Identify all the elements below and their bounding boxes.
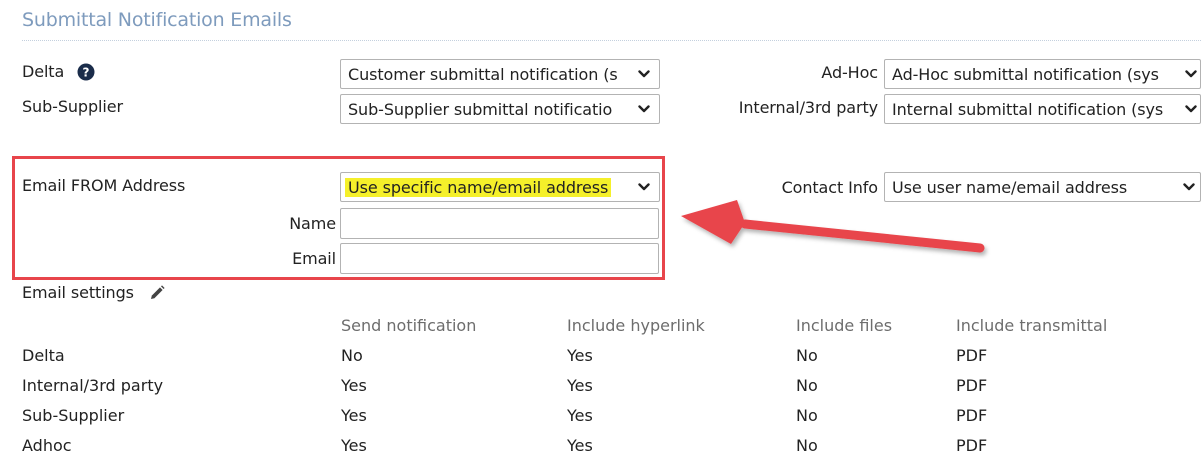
contact-info-value: Use user name/email address (892, 178, 1128, 197)
highlight-box-annotation (12, 156, 665, 280)
settings-cell: PDF (956, 406, 988, 425)
settings-cell: Yes (341, 376, 367, 395)
email-settings-label: Email settings (22, 283, 134, 302)
internal-template-value: Internal submittal notification (sys (892, 100, 1164, 119)
chevron-down-icon (638, 105, 650, 113)
settings-row-name: Delta (22, 346, 65, 365)
column-header-include-transmittal: Include transmittal (956, 316, 1108, 335)
column-header-include-files: Include files (796, 316, 893, 335)
section-divider (22, 40, 1201, 41)
settings-cell: PDF (956, 346, 988, 365)
chevron-down-icon (1185, 70, 1197, 78)
settings-row-name: Sub-Supplier (22, 406, 125, 425)
settings-row-name: Internal/3rd party (22, 376, 164, 395)
settings-cell: Yes (567, 376, 593, 395)
sub-supplier-label: Sub-Supplier (22, 97, 123, 116)
internal-label: Internal/3rd party (738, 98, 878, 117)
column-header-send-notification: Send notification (341, 316, 477, 335)
sub-supplier-template-value: Sub-Supplier submittal notificatio (348, 100, 613, 119)
settings-cell: No (796, 436, 818, 455)
settings-cell: Yes (341, 436, 367, 455)
contact-info-label: Contact Info (781, 178, 879, 197)
settings-cell: No (796, 346, 818, 365)
section-title: Submittal Notification Emails (22, 9, 292, 31)
pencil-icon[interactable] (148, 284, 166, 302)
ad-hoc-template-value: Ad-Hoc submittal notification (sys (892, 65, 1159, 84)
settings-cell: PDF (956, 436, 988, 455)
settings-cell: No (796, 376, 818, 395)
ad-hoc-label: Ad-Hoc (821, 63, 878, 82)
settings-cell: No (341, 346, 363, 365)
svg-text:?: ? (83, 66, 90, 80)
chevron-down-icon (1185, 105, 1197, 113)
settings-cell: Yes (567, 346, 593, 365)
settings-cell: Yes (567, 406, 593, 425)
settings-cell: Yes (567, 436, 593, 455)
settings-cell: Yes (341, 406, 367, 425)
chevron-down-icon (638, 70, 650, 78)
settings-cell: No (796, 406, 818, 425)
settings-cell: PDF (956, 376, 988, 395)
red-arrow-annotation (681, 200, 985, 253)
chevron-down-icon (1183, 183, 1195, 191)
delta-template-value: Customer submittal notification (s (348, 65, 618, 84)
question-circle-icon[interactable]: ? (77, 63, 95, 81)
settings-row-name: Adhoc (22, 436, 72, 455)
column-header-include-hyperlink: Include hyperlink (567, 316, 705, 335)
sub-supplier-template-select[interactable]: Sub-Supplier submittal notificatio (340, 94, 660, 124)
ad-hoc-template-select[interactable]: Ad-Hoc submittal notification (sys (884, 59, 1201, 89)
delta-label: Delta (22, 62, 65, 81)
delta-template-select[interactable]: Customer submittal notification (s (340, 59, 660, 89)
internal-template-select[interactable]: Internal submittal notification (sys (884, 94, 1201, 124)
